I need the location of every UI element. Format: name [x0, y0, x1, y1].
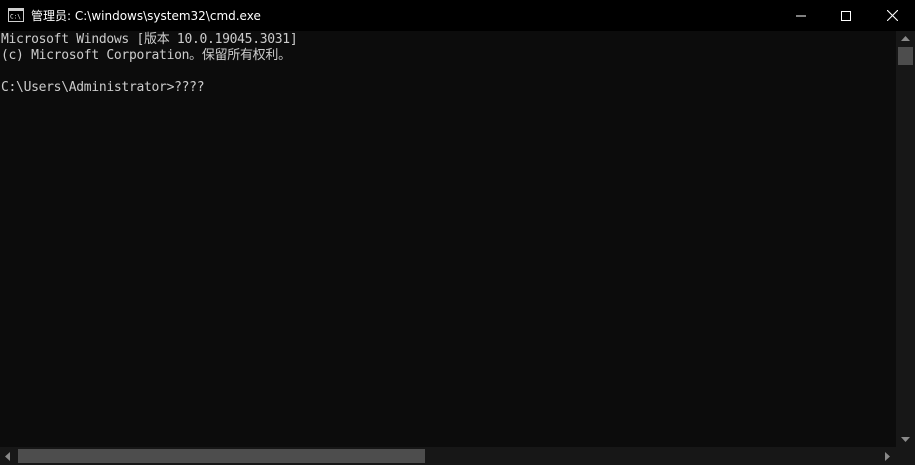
scroll-up-button[interactable] — [896, 31, 915, 46]
arrow-right-icon — [885, 451, 890, 461]
scroll-left-button[interactable] — [0, 447, 16, 465]
scroll-down-button[interactable] — [896, 432, 915, 447]
horizontal-scroll-thumb[interactable] — [18, 449, 425, 463]
maximize-icon — [841, 10, 851, 21]
close-button[interactable] — [869, 0, 915, 31]
maximize-button[interactable] — [823, 0, 869, 31]
console-line: (c) Microsoft Corporation。保留所有权利。 — [1, 48, 291, 63]
minimize-button[interactable] — [778, 0, 824, 31]
arrow-up-icon — [901, 35, 910, 41]
svg-text:C:\: C:\ — [10, 14, 21, 21]
close-icon — [886, 10, 898, 21]
scrollbar-corner — [896, 447, 915, 465]
cmd-window: C:\ 管理员: C:\windows\system32\cmd.exe Mic… — [0, 0, 915, 465]
horizontal-scrollbar[interactable] — [0, 447, 896, 465]
console-output[interactable]: Microsoft Windows [版本 10.0.19045.3031] (… — [0, 31, 896, 447]
window-title: 管理员: C:\windows\system32\cmd.exe — [31, 9, 261, 23]
vertical-scrollbar[interactable] — [896, 31, 915, 447]
scroll-right-button[interactable] — [880, 447, 896, 465]
title-bar[interactable]: C:\ 管理员: C:\windows\system32\cmd.exe — [0, 0, 915, 31]
arrow-down-icon — [901, 436, 910, 442]
console-line: Microsoft Windows [版本 10.0.19045.3031] — [1, 32, 298, 47]
console-prompt-line: C:\Users\Administrator>???? — [1, 80, 205, 95]
cmd-icon: C:\ — [8, 8, 24, 22]
vertical-scroll-thumb[interactable] — [898, 47, 913, 65]
arrow-left-icon — [5, 451, 10, 461]
minimize-icon — [796, 15, 806, 16]
